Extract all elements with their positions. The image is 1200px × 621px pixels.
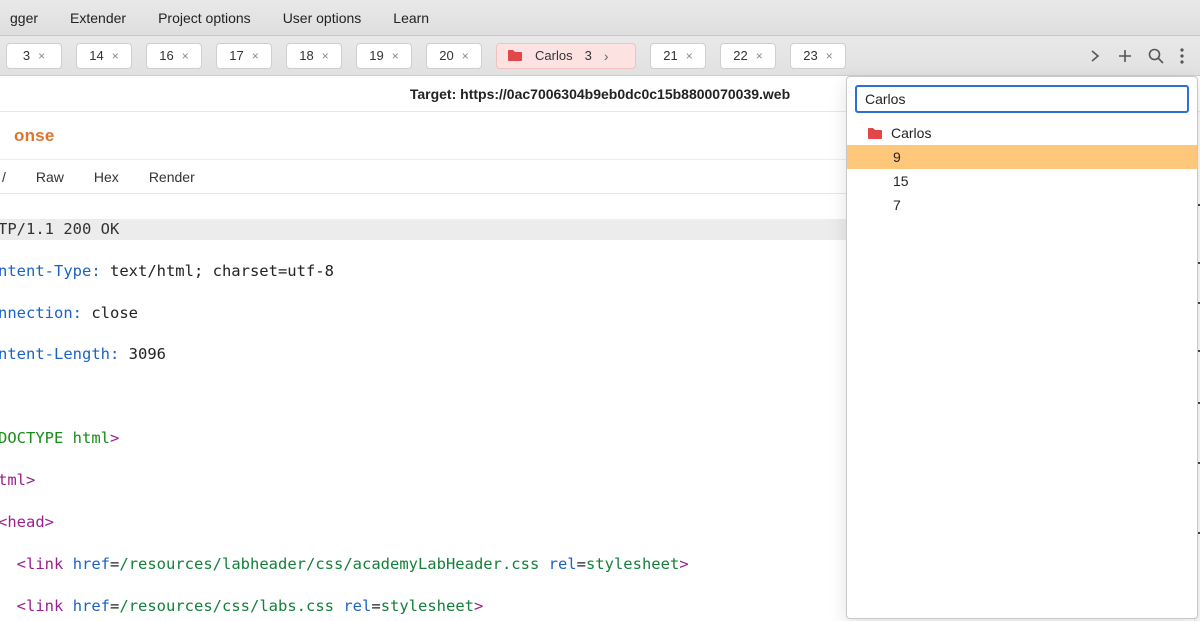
tree-group-label: Carlos bbox=[891, 125, 931, 141]
response-title: onse bbox=[14, 126, 54, 146]
tree-item[interactable]: 7 bbox=[847, 193, 1197, 217]
close-icon[interactable]: × bbox=[756, 50, 763, 62]
close-icon[interactable]: × bbox=[322, 50, 329, 62]
tree-item-label: 15 bbox=[893, 173, 909, 189]
subtab-pretty-partial[interactable]: / bbox=[0, 163, 8, 191]
tab-14[interactable]: 14 × bbox=[76, 43, 132, 69]
menu-item-learn[interactable]: Learn bbox=[393, 10, 429, 26]
tree-item[interactable]: 15 bbox=[847, 169, 1197, 193]
tab-label: 22 bbox=[733, 48, 747, 63]
kebab-icon[interactable] bbox=[1180, 48, 1184, 64]
menu-item-project-options[interactable]: Project options bbox=[158, 10, 251, 26]
search-icon[interactable] bbox=[1148, 48, 1164, 64]
tab-search-results: Carlos 9 15 7 bbox=[847, 121, 1197, 217]
link-href: /resources/labheader/css/academyLabHeade… bbox=[119, 555, 539, 573]
tab-19[interactable]: 19 × bbox=[356, 43, 412, 69]
tab-label: 3 bbox=[23, 48, 30, 63]
head-tag: head bbox=[7, 513, 44, 531]
header-key: ntent-Type: bbox=[0, 262, 101, 280]
tab-20[interactable]: 20 × bbox=[426, 43, 482, 69]
close-icon[interactable]: × bbox=[38, 50, 45, 62]
header-key: nnection: bbox=[0, 304, 82, 322]
tab-group-count: 3 bbox=[585, 48, 592, 63]
chevron-right-icon[interactable]: › bbox=[604, 48, 609, 64]
menu-item-logger[interactable]: gger bbox=[10, 10, 38, 26]
tab-label: 20 bbox=[439, 48, 453, 63]
tab-18[interactable]: 18 × bbox=[286, 43, 342, 69]
tab-17[interactable]: 17 × bbox=[216, 43, 272, 69]
tab-search-input[interactable]: Carlos bbox=[855, 85, 1189, 113]
tree-item-label: 7 bbox=[893, 197, 901, 213]
tab-strip: 3 × 14 × 16 × 17 × 18 × 19 × 20 × Carlos… bbox=[0, 36, 1200, 76]
header-value: text/html; charset=utf-8 bbox=[101, 262, 334, 280]
close-icon[interactable]: × bbox=[462, 50, 469, 62]
html-tag: tml bbox=[0, 471, 26, 489]
tab-partial[interactable]: 3 × bbox=[6, 43, 62, 69]
target-label: Target: https://0ac7006304b9eb0dc0c15b88… bbox=[410, 86, 790, 102]
search-input-value: Carlos bbox=[865, 91, 905, 107]
tab-group-carlos[interactable]: Carlos 3 › bbox=[496, 43, 636, 69]
tab-label: 19 bbox=[369, 48, 383, 63]
tab-label: 18 bbox=[299, 48, 313, 63]
header-key: ntent-Length: bbox=[0, 345, 119, 363]
add-tab-button[interactable] bbox=[1118, 49, 1132, 63]
tab-label: 17 bbox=[229, 48, 243, 63]
tab-label: 14 bbox=[89, 48, 103, 63]
tab-group-label: Carlos bbox=[535, 48, 573, 63]
menu-bar: gger Extender Project options User optio… bbox=[0, 0, 1200, 36]
subtab-hex[interactable]: Hex bbox=[92, 163, 121, 191]
doctype: DOCTYPE html bbox=[0, 429, 110, 447]
tree-item-label: 9 bbox=[893, 149, 901, 165]
tab-21[interactable]: 21 × bbox=[650, 43, 706, 69]
close-icon[interactable]: × bbox=[826, 50, 833, 62]
link-rel: stylesheet bbox=[586, 555, 679, 573]
chevron-right-icon[interactable] bbox=[1088, 49, 1102, 63]
link-rel: stylesheet bbox=[381, 597, 474, 615]
header-value: close bbox=[82, 304, 138, 322]
link-href: /resources/css/labs.css bbox=[119, 597, 334, 615]
header-value: 3096 bbox=[119, 345, 166, 363]
close-icon[interactable]: × bbox=[392, 50, 399, 62]
folder-icon bbox=[507, 49, 523, 62]
subtab-raw[interactable]: Raw bbox=[34, 163, 66, 191]
tab-label: 21 bbox=[663, 48, 677, 63]
tab-22[interactable]: 22 × bbox=[720, 43, 776, 69]
subtab-render[interactable]: Render bbox=[147, 163, 197, 191]
close-icon[interactable]: × bbox=[252, 50, 259, 62]
folder-icon bbox=[867, 127, 883, 140]
tab-23[interactable]: 23 × bbox=[790, 43, 846, 69]
tab-16[interactable]: 16 × bbox=[146, 43, 202, 69]
close-icon[interactable]: × bbox=[112, 50, 119, 62]
close-icon[interactable]: × bbox=[686, 50, 693, 62]
http-status-line: TP/1.1 200 OK bbox=[0, 220, 119, 238]
tab-label: 16 bbox=[159, 48, 173, 63]
close-icon[interactable]: × bbox=[182, 50, 189, 62]
menu-item-extender[interactable]: Extender bbox=[70, 10, 126, 26]
menu-item-user-options[interactable]: User options bbox=[283, 10, 362, 26]
tree-group-row[interactable]: Carlos bbox=[847, 121, 1197, 145]
tab-tools bbox=[1088, 48, 1194, 64]
tab-search-panel: Carlos Carlos 9 15 7 bbox=[846, 76, 1198, 619]
tree-item[interactable]: 9 bbox=[847, 145, 1197, 169]
tab-label: 23 bbox=[803, 48, 817, 63]
